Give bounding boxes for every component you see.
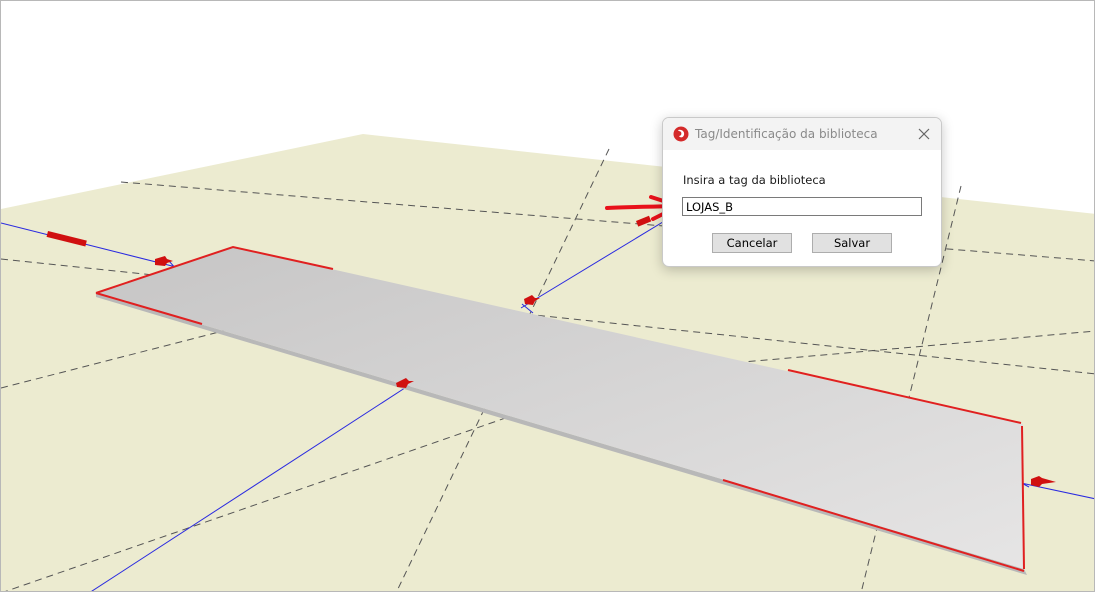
dialog-titlebar[interactable]: Tag/Identificação da biblioteca [663, 118, 941, 150]
dialog-title: Tag/Identificação da biblioteca [695, 127, 878, 141]
library-tag-dialog: Tag/Identificação da biblioteca Insira a… [662, 117, 942, 267]
tag-input[interactable] [682, 197, 922, 216]
3d-scene[interactable] [1, 1, 1095, 592]
3d-viewport[interactable]: Tag/Identificação da biblioteca Insira a… [0, 0, 1095, 592]
app-logo-icon [673, 126, 689, 142]
dialog-body: Insira a tag da biblioteca Cancelar Salv… [663, 150, 941, 266]
close-icon[interactable] [913, 123, 935, 145]
cancel-button[interactable]: Cancelar [712, 233, 792, 253]
tag-prompt-label: Insira a tag da biblioteca [683, 173, 826, 187]
save-button[interactable]: Salvar [812, 233, 892, 253]
